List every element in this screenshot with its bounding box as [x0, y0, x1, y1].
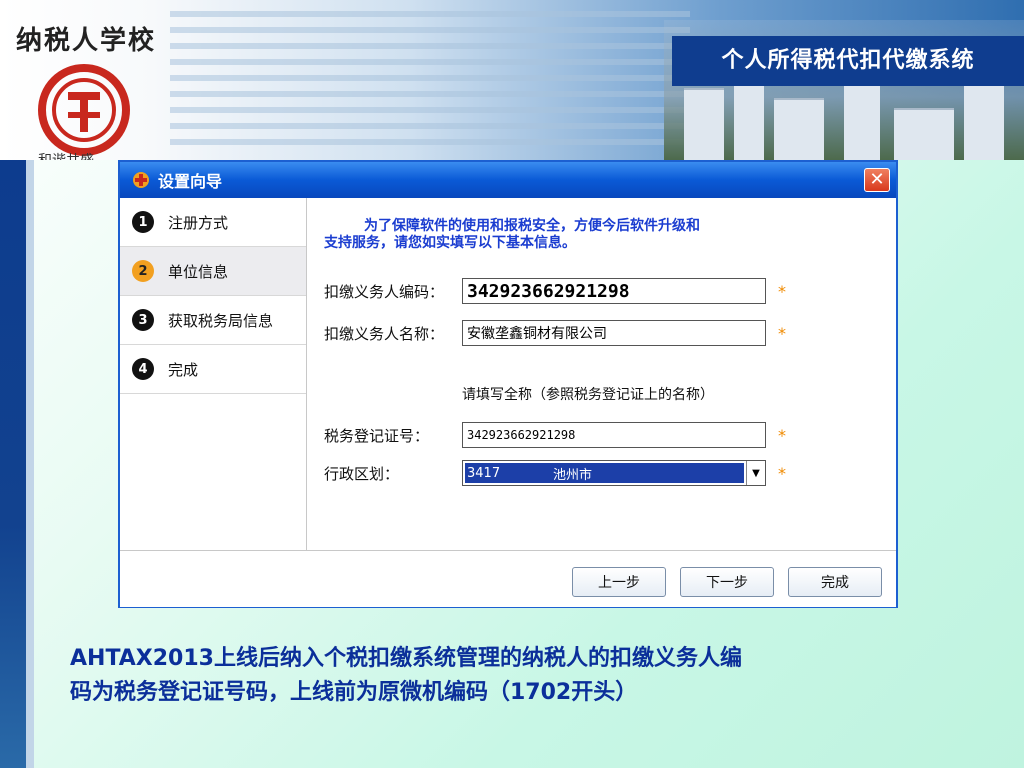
step-number: 2 [132, 260, 154, 282]
school-name: 纳税人学校 [16, 26, 157, 56]
region-select[interactable]: 3417 池州市 ▼ [462, 460, 766, 486]
header-banner: 纳税人学校 和谐共盛 个人所得税代扣代缴系统 [0, 0, 1024, 160]
region-code: 3417 [467, 465, 501, 481]
step-finish[interactable]: 4 完成 [120, 345, 306, 394]
agent-name-label: 扣缴义务人名称： [324, 324, 445, 343]
step-number: 4 [132, 358, 154, 380]
left-accent-bar [0, 160, 26, 768]
tax-reg-row: 税务登记证号： 342923662921298 * [324, 422, 786, 448]
step-label: 注册方式 [168, 213, 229, 232]
agent-code-label: 扣缴义务人编码： [324, 282, 445, 301]
unit-info-form: 为了保障软件的使用和报税安全，方便今后软件升级和 支持服务，请您如实填写以下基本… [306, 198, 896, 550]
agent-name-row: 扣缴义务人名称： 安徽垄鑫铜材有限公司 * [324, 320, 786, 346]
tax-logo-icon [38, 64, 130, 156]
dropdown-arrow-icon[interactable]: ▼ [746, 461, 765, 485]
system-title: 个人所得税代扣代缴系统 [672, 36, 1024, 86]
step-number: 3 [132, 309, 154, 331]
region-row: 行政区划： 3417 池州市 ▼ * [324, 460, 786, 486]
step-unit-info[interactable]: 2 单位信息 [120, 247, 306, 296]
region-name: 池州市 [553, 467, 593, 483]
step-tax-bureau-info[interactable]: 3 获取税务局信息 [120, 296, 306, 345]
step-register-method[interactable]: 1 注册方式 [120, 198, 306, 247]
close-button[interactable]: ✕ [864, 168, 890, 192]
dialog-title: 设置向导 [158, 172, 223, 191]
dialog-titlebar[interactable]: 设置向导 ✕ [120, 162, 896, 198]
required-mark: * [778, 323, 786, 343]
dialog-body: 1 注册方式 2 单位信息 3 获取税务局信息 4 完成 为了保障软件的使用和报… [120, 198, 896, 550]
agent-code-input[interactable]: 342923662921298 [462, 278, 766, 304]
step-label: 获取税务局信息 [168, 311, 274, 330]
name-hint: 请填写全称（参照税务登记证上的名称） [462, 387, 714, 403]
caption-line-1: AHTAX2013上线后纳入个税扣缴系统管理的纳税人的扣缴义务人编 [70, 646, 742, 671]
intro-text: 为了保障软件的使用和报税安全，方便今后软件升级和 支持服务，请您如实填写以下基本… [324, 218, 804, 252]
app-icon [133, 172, 149, 188]
prev-button[interactable]: 上一步 [572, 567, 666, 597]
step-label: 单位信息 [168, 262, 229, 281]
region-selected-value: 3417 池州市 [465, 463, 744, 483]
intro-line-2: 支持服务，请您如实填写以下基本信息。 [324, 235, 576, 251]
required-mark: * [778, 281, 786, 301]
wizard-steps: 1 注册方式 2 单位信息 3 获取税务局信息 4 完成 [120, 198, 307, 550]
next-button[interactable]: 下一步 [680, 567, 774, 597]
setup-wizard-dialog: 设置向导 ✕ 1 注册方式 2 单位信息 3 获取税务局信息 4 完成 为了保障… [118, 160, 898, 608]
banner-decoration [170, 11, 690, 145]
finish-button[interactable]: 完成 [788, 567, 882, 597]
tax-reg-label: 税务登记证号： [324, 426, 430, 445]
caption-line-2: 码为税务登记证号码，上线前为原微机编码（1702开头） [70, 680, 638, 705]
required-mark: * [778, 463, 786, 483]
left-accent-bar-light [26, 160, 34, 768]
tax-reg-input[interactable]: 342923662921298 [462, 422, 766, 448]
dialog-footer: 上一步 下一步 完成 [120, 550, 896, 607]
agent-code-row: 扣缴义务人编码： 342923662921298 * [324, 278, 786, 304]
region-label: 行政区划： [324, 464, 400, 483]
step-label: 完成 [168, 360, 199, 379]
step-number: 1 [132, 211, 154, 233]
required-mark: * [778, 425, 786, 445]
slide-caption: AHTAX2013上线后纳入个税扣缴系统管理的纳税人的扣缴义务人编 码为税务登记… [70, 642, 970, 710]
intro-line-1: 为了保障软件的使用和报税安全，方便今后软件升级和 [364, 218, 700, 234]
agent-name-input[interactable]: 安徽垄鑫铜材有限公司 [462, 320, 766, 346]
slogan: 和谐共盛 [38, 150, 94, 160]
